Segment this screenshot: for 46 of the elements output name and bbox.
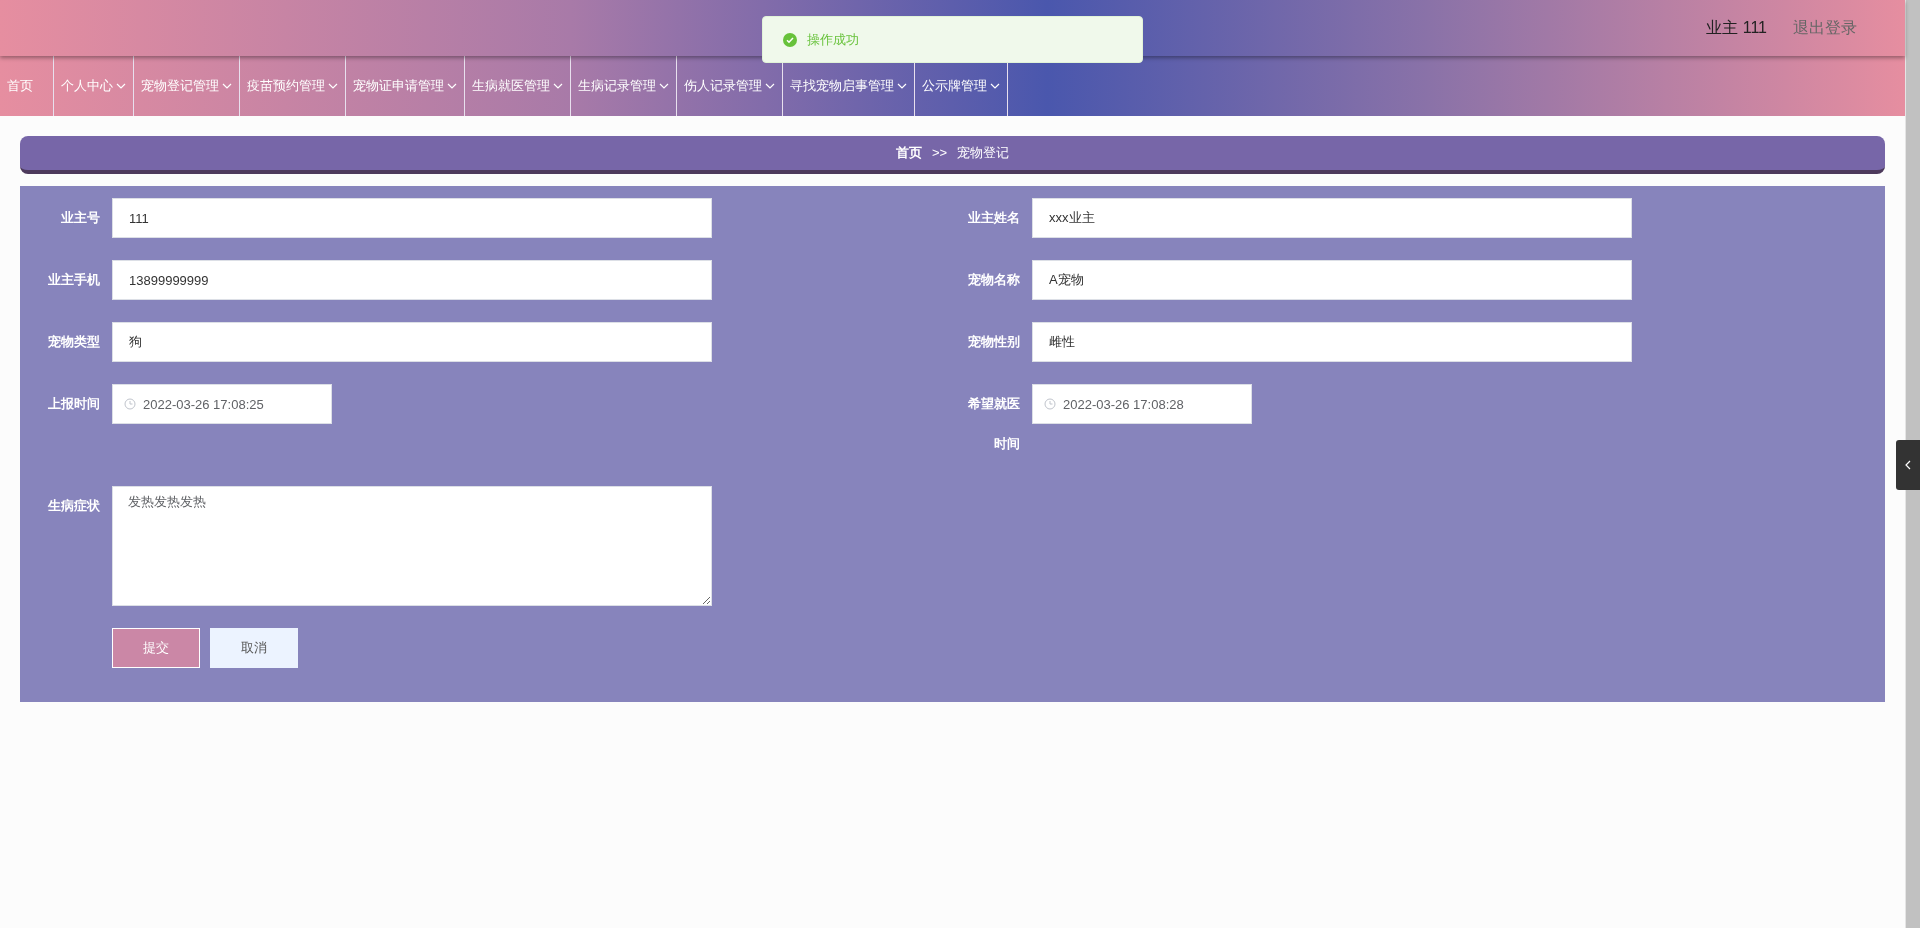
nav-menu-item[interactable]: 宠物证申请管理 [346,56,465,116]
chevron-down-icon [765,83,775,89]
field-label: 业主手机 [47,271,100,289]
nav-menu-item[interactable]: 生病记录管理 [571,56,677,116]
nav-menu-item[interactable]: 宠物登记管理 [134,56,240,116]
field-label: 业主号 [60,209,100,227]
input-field[interactable]: xxx业主 [1032,198,1632,238]
clock-icon [124,398,136,410]
field-label: 宠物性别 [967,333,1020,351]
side-panel-toggle[interactable] [1896,440,1920,490]
cancel-button[interactable]: 取消 [210,628,298,668]
chevron-down-icon [553,83,563,89]
chevron-down-icon [659,83,669,89]
scrollbar[interactable] [1905,0,1920,928]
field-label: 宠物名称 [967,271,1020,289]
date-time-field[interactable]: 2022-03-26 17:08:28 [1032,384,1252,424]
nav-menu-item[interactable]: 个人中心 [54,56,134,116]
chevron-down-icon [897,83,907,89]
field-label: 希望就医时间 [967,395,1020,453]
chevron-down-icon [447,83,457,89]
chevron-down-icon [990,83,1000,89]
input-field[interactable]: 狗 [112,322,712,362]
toast-text: 操作成功 [807,30,859,49]
chevron-down-icon [328,83,338,89]
field-label: 业主姓名 [967,209,1020,227]
input-field[interactable]: 111 [112,198,712,238]
text-area[interactable]: 发热发热发热 [112,486,712,606]
clock-icon [1044,398,1056,410]
breadcrumb-link[interactable]: 首页 [895,143,922,163]
chevron-left-icon [1905,460,1911,470]
submit-button[interactable]: 提交 [112,628,200,668]
input-field[interactable]: 13899999999 [112,260,712,300]
user-name: 业主 111 [1706,18,1767,38]
chevron-down-icon [116,83,126,89]
input-field[interactable]: A宠物 [1032,260,1632,300]
field-label: 上报时间 [47,395,100,413]
nav-menu-item[interactable]: 疫苗预约管理 [240,56,346,116]
field-label: 生病症状 [47,497,100,515]
chevron-down-icon [222,83,232,89]
input-field[interactable]: 雌性 [1032,322,1632,362]
breadcrumb-separator: >> [931,144,948,163]
field-label: 宠物类型 [47,333,100,351]
breadcrumb-current: 宠物登记 [957,144,1010,163]
nav-menu-item[interactable]: 生病就医管理 [465,56,571,116]
date-time-field[interactable]: 2022-03-26 17:08:25 [112,384,332,424]
check-circle-icon [783,32,797,47]
